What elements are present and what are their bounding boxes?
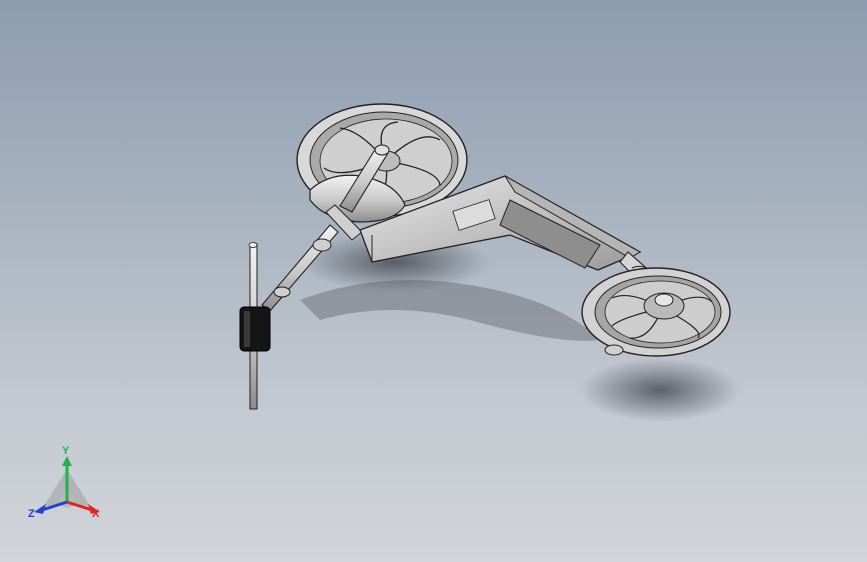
z-axis-label: Z	[28, 508, 35, 520]
scooter-model[interactable]	[0, 0, 867, 562]
handlebar	[239, 242, 271, 410]
graphics-viewport[interactable]: Y X Z	[0, 0, 867, 562]
rear-wheel	[581, 267, 731, 357]
reference-triad: Y X Z	[28, 445, 100, 520]
x-axis-label: X	[92, 508, 100, 520]
y-axis-label: Y	[62, 445, 70, 457]
